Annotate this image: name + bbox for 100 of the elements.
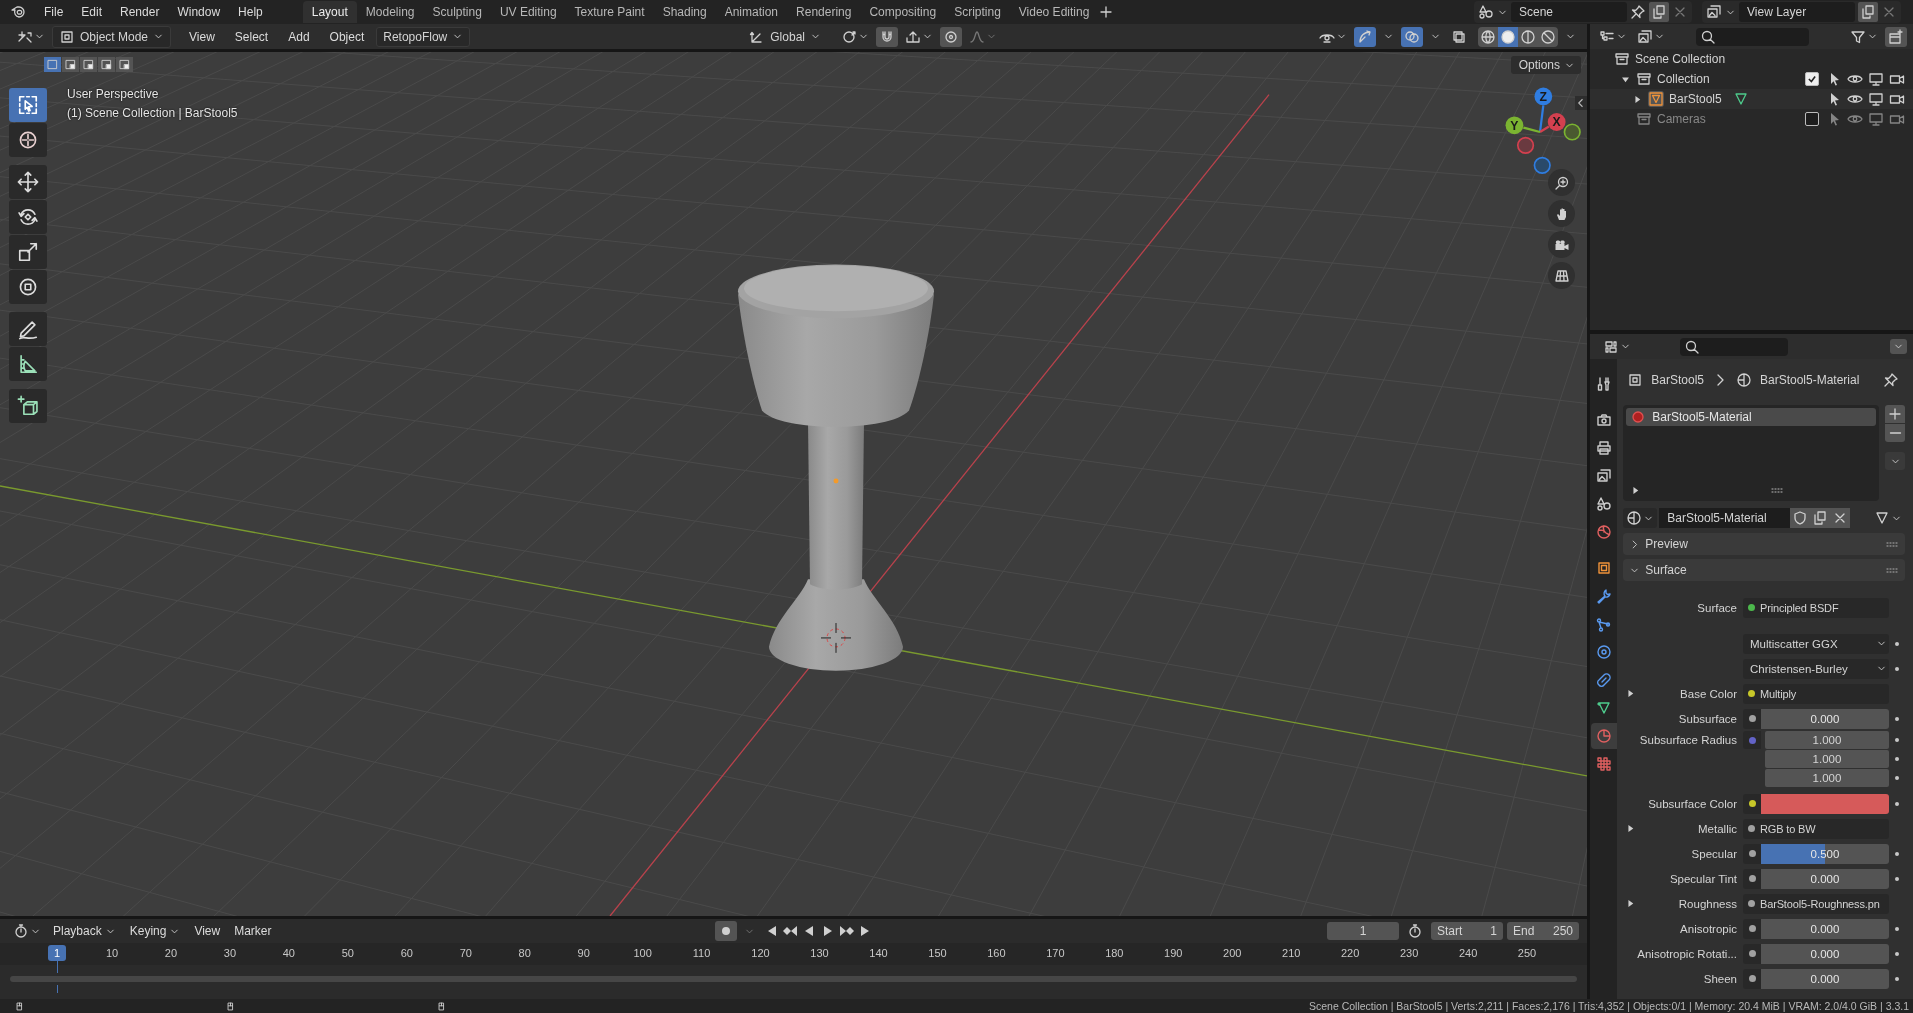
outliner-item[interactable]: Scene Collection (1635, 52, 1726, 66)
outliner-item[interactable]: Collection (1657, 72, 1710, 86)
number-slider[interactable]: 0.000 (1761, 868, 1889, 889)
frame-tick-label: 220 (1341, 947, 1360, 959)
scene-name[interactable]: Scene (1511, 2, 1627, 22)
playhead[interactable]: 1 (48, 945, 66, 961)
addon-label: RetopoFlow (383, 29, 448, 44)
frame-tick-label: 190 (1164, 947, 1183, 959)
start-frame-field[interactable]: Start 1 (1431, 922, 1503, 940)
breadcrumb-item: BarStool5-Material (1760, 373, 1860, 387)
number-slider[interactable]: 0.000 (1761, 708, 1889, 729)
property-label: Surface (1696, 601, 1738, 614)
menu-item[interactable]: Edit (73, 3, 111, 21)
workspace-tab[interactable]: Shading (653, 1, 716, 23)
workspace-tab[interactable]: Sculpting (423, 1, 491, 23)
property-label: Sheen (1702, 972, 1738, 985)
panel-title: Preview (1645, 537, 1688, 551)
slot-label: BarStool5-Material (1652, 410, 1752, 424)
property-label: Specular Tint (1668, 872, 1738, 885)
view-layer-selector[interactable]: View Layer (1702, 1, 1901, 23)
viewport-info-text: (1) Scene Collection | BarStool5 (67, 106, 238, 120)
orientation-dropdown[interactable]: Global (742, 25, 828, 48)
menu-item[interactable]: View (181, 27, 223, 46)
frame-tick-label: 200 (1223, 947, 1242, 959)
axis-handle[interactable]: X (1547, 113, 1566, 131)
orientation-label: Global (770, 29, 805, 44)
workspace-tab[interactable]: Texture Paint (565, 1, 654, 23)
property-label: Roughness (1677, 897, 1738, 910)
linked-node-field[interactable]: BarStool5-Roughness.pn (1743, 893, 1889, 914)
frame-tick-label: 130 (810, 947, 829, 959)
number-field[interactable]: 1.000 (1765, 750, 1889, 768)
dropdown-field[interactable]: Multiscatter GGX (1743, 633, 1889, 654)
view-layer-name[interactable]: View Layer (1739, 2, 1855, 22)
menu-item[interactable]: Add (280, 27, 318, 46)
frame-tick-label: 50 (341, 947, 354, 959)
workspace-tab[interactable]: Animation (715, 1, 788, 23)
menu-item[interactable]: Keying (124, 922, 186, 940)
property-label: Base Color (1679, 687, 1738, 700)
dropdown-field[interactable]: Christensen-Burley (1743, 658, 1889, 679)
number-slider[interactable]: 0.000 (1761, 918, 1889, 939)
number-field[interactable]: 1.000 (1765, 769, 1889, 787)
frame-tick-label: 60 (400, 947, 413, 959)
menu-item[interactable]: File (36, 3, 72, 21)
linked-node-field[interactable]: Principled BSDF (1743, 597, 1889, 618)
number-slider[interactable]: 0.500 (1761, 843, 1889, 864)
frame-tick-label: 170 (1046, 947, 1065, 959)
addon-dropdown[interactable]: RetopoFlow (376, 26, 471, 47)
current-frame-field[interactable]: 1 (1327, 922, 1399, 940)
frame-tick-label: 150 (928, 947, 947, 959)
panel-header[interactable]: Preview (1623, 533, 1905, 555)
frame-tick-label: 160 (987, 947, 1006, 959)
menu-item[interactable]: Object (321, 27, 373, 46)
status-text: Scene Collection | BarStool5 | Verts:2,211 | Faces:2,176 | Tris:4,352 | Objects:0/1 | Memory: 20.4 MiB | VRAM: 2.0/4.0 GiB | 3.3.1 (1309, 1000, 1909, 1012)
number-field[interactable]: 1.000 (1765, 731, 1889, 749)
workspace-tab[interactable]: Compositing (860, 1, 946, 23)
workspace-tab[interactable]: UV Editing (490, 1, 566, 23)
frame-tick-label: 230 (1399, 947, 1419, 959)
workspace-tab[interactable]: Layout (302, 1, 357, 23)
material-slot[interactable]: BarStool5-Material (1626, 408, 1876, 426)
frame-tick-label: 20 (164, 947, 178, 959)
number-slider[interactable]: 0.000 (1761, 968, 1889, 989)
frame-tick-label: 40 (282, 947, 295, 959)
property-label: Anisotropic Rotati... (1637, 947, 1738, 960)
menu-item[interactable]: Marker (229, 922, 277, 940)
frame-tick-label: 250 (1517, 947, 1537, 959)
axis-handle[interactable]: Z (1534, 87, 1553, 106)
outliner-item[interactable]: BarStool5 (1669, 92, 1722, 106)
breadcrumb-item: BarStool5 (1651, 373, 1704, 387)
mode-dropdown[interactable]: Object Mode (52, 25, 172, 48)
property-label: Subsurface Radius (1638, 733, 1738, 746)
menu-item[interactable]: View (189, 922, 226, 940)
end-frame-field[interactable]: End 250 (1507, 922, 1579, 940)
scene-selector[interactable]: Scene (1474, 1, 1692, 23)
menu-item[interactable]: Playback (48, 922, 121, 940)
workspace-tab[interactable]: Rendering (787, 1, 861, 23)
mode-label: Object Mode (80, 29, 149, 44)
menu-item[interactable]: Select (226, 27, 277, 46)
workspace-tab[interactable]: Video Editing (1009, 1, 1099, 23)
menu-item[interactable]: Help (230, 3, 271, 21)
viewport-info-text: User Perspective (67, 87, 160, 101)
linked-node-field[interactable]: RGB to BW (1743, 818, 1889, 839)
menu-item[interactable]: Window (169, 3, 229, 21)
workspace-tab[interactable]: Modeling (356, 1, 424, 23)
number-slider[interactable]: 0.000 (1761, 943, 1889, 964)
property-label: Specular (1690, 847, 1738, 860)
property-label: Subsurface Color (1647, 797, 1738, 810)
axis-handle[interactable]: Y (1505, 116, 1524, 135)
property-label: Subsurface (1677, 712, 1738, 725)
workspace-tab[interactable]: Scripting (945, 1, 1010, 23)
frame-tick-label: 100 (633, 947, 652, 959)
frame-tick-label: 210 (1282, 947, 1301, 959)
frame-tick-label: 80 (518, 947, 531, 959)
panel-header[interactable]: Surface (1623, 559, 1905, 581)
material-name-field[interactable]: BarStool5-Material (1659, 508, 1791, 528)
frame-tick-label: 240 (1458, 947, 1478, 959)
menu-item[interactable]: Render (112, 3, 168, 21)
linked-node-field[interactable]: Multiply (1743, 683, 1889, 704)
frame-tick-label: 140 (869, 947, 888, 959)
frame-tick-label: 10 (105, 947, 119, 959)
options-dropdown[interactable]: Options (1510, 56, 1581, 74)
